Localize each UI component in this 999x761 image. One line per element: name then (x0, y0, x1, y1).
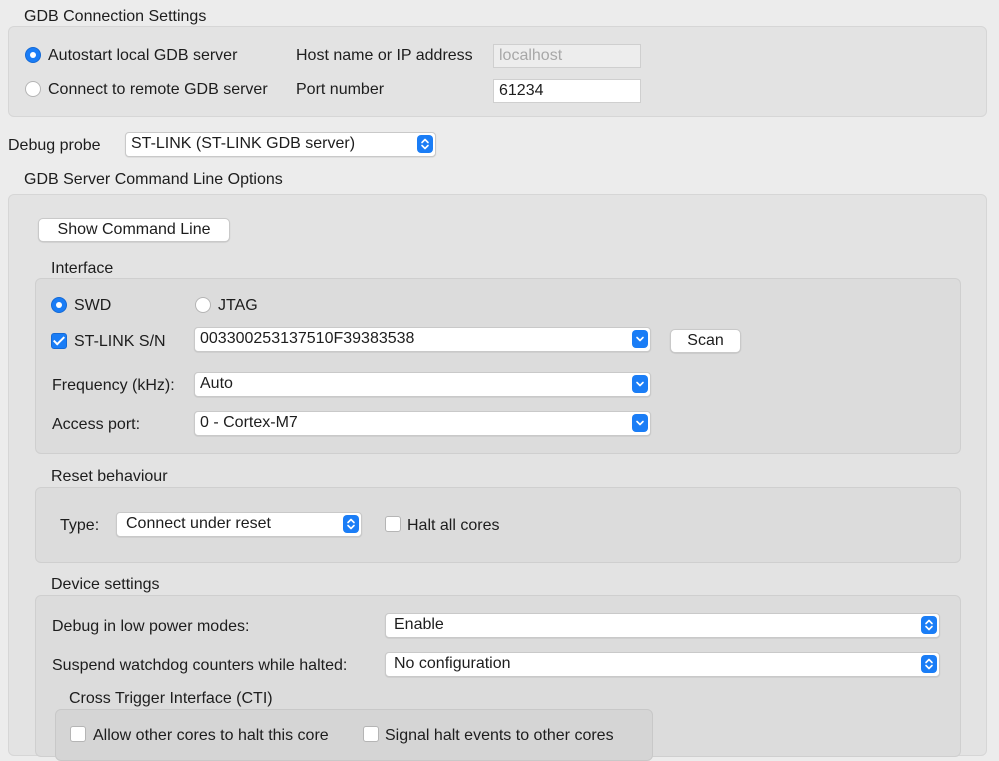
port-label: Port number (296, 81, 385, 98)
low-power-select[interactable]: Enable (385, 613, 940, 638)
access-port-label: Access port: (52, 416, 141, 433)
halt-all-cores-label[interactable]: Halt all cores (407, 516, 499, 536)
debug-probe-label: Debug probe (8, 137, 101, 154)
debug-probe-select[interactable]: ST-LINK (ST-LINK GDB server) (125, 132, 436, 157)
reset-type-select[interactable]: Connect under reset (116, 512, 362, 537)
stlink-sn-select[interactable]: 003300253137510F39383538 (194, 327, 651, 352)
watchdog-select[interactable]: No configuration (385, 652, 940, 677)
updown-chevron-icon (921, 616, 937, 634)
gdb-connection-title: GDB Connection Settings (24, 8, 207, 25)
scan-button[interactable]: Scan (670, 329, 741, 353)
frequency-value: Auto (200, 375, 233, 392)
server-options-title: GDB Server Command Line Options (24, 171, 283, 188)
reset-title: Reset behaviour (51, 468, 168, 485)
halt-all-cores-checkbox[interactable] (385, 516, 401, 532)
chevron-down-icon (632, 375, 648, 393)
device-title: Device settings (51, 576, 160, 593)
chevron-down-icon (632, 330, 648, 348)
interface-title: Interface (51, 260, 114, 277)
frequency-label: Frequency (kHz): (52, 377, 175, 394)
access-port-select[interactable]: 0 - Cortex-M7 (194, 411, 651, 436)
swd-radio[interactable] (51, 297, 67, 313)
signal-halt-label[interactable]: Signal halt events to other cores (385, 726, 614, 746)
watchdog-value: No configuration (394, 655, 511, 672)
show-command-line-button[interactable]: Show Command Line (38, 218, 230, 242)
autostart-radio[interactable] (25, 47, 41, 63)
allow-halt-checkbox[interactable] (70, 726, 86, 742)
chevron-down-icon (632, 414, 648, 432)
signal-halt-checkbox[interactable] (363, 726, 379, 742)
allow-halt-label[interactable]: Allow other cores to halt this core (93, 726, 329, 746)
access-port-value: 0 - Cortex-M7 (200, 414, 298, 431)
low-power-label: Debug in low power modes: (52, 618, 250, 635)
jtag-radio[interactable] (195, 297, 211, 313)
watchdog-label: Suspend watchdog counters while halted: (52, 657, 348, 674)
updown-chevron-icon (921, 655, 937, 673)
low-power-value: Enable (394, 616, 444, 633)
host-label: Host name or IP address (296, 47, 473, 64)
jtag-label[interactable]: JTAG (218, 296, 258, 316)
stlink-sn-label[interactable]: ST-LINK S/N (74, 332, 166, 352)
frequency-select[interactable]: Auto (194, 372, 651, 397)
cti-title: Cross Trigger Interface (CTI) (69, 690, 273, 707)
host-input[interactable]: localhost (493, 44, 641, 68)
remote-label[interactable]: Connect to remote GDB server (48, 80, 268, 100)
stlink-sn-value: 003300253137510F39383538 (200, 330, 415, 347)
swd-label[interactable]: SWD (74, 296, 111, 316)
port-input[interactable]: 61234 (493, 79, 641, 103)
updown-chevron-icon (417, 135, 433, 153)
reset-type-value: Connect under reset (126, 515, 271, 532)
stlink-sn-checkbox[interactable] (51, 333, 67, 349)
remote-radio[interactable] (25, 81, 41, 97)
debug-probe-value: ST-LINK (ST-LINK GDB server) (131, 135, 356, 152)
updown-chevron-icon (343, 515, 359, 533)
gdb-connection-group (8, 26, 987, 117)
autostart-label[interactable]: Autostart local GDB server (48, 46, 237, 66)
reset-type-label: Type: (60, 517, 100, 534)
